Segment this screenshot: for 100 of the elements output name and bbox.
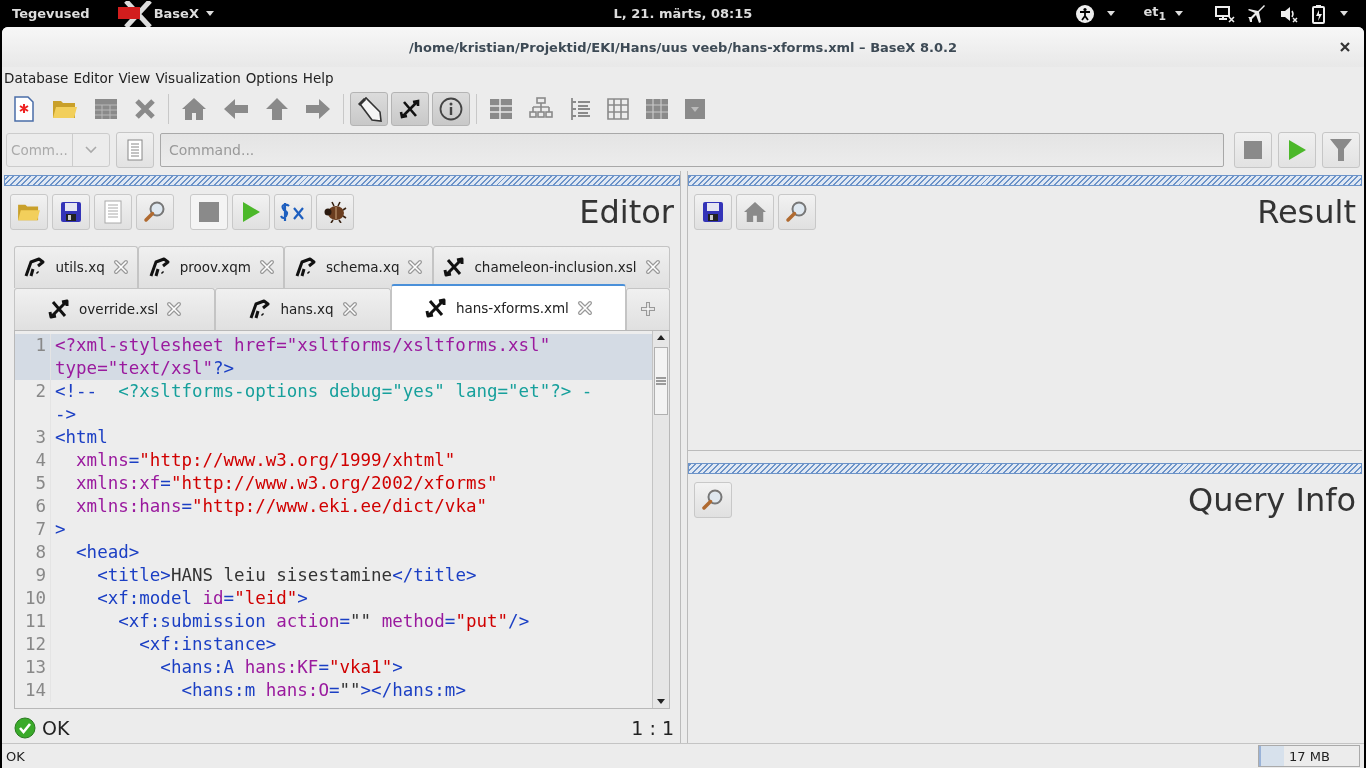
code-line: -> [55, 403, 77, 424]
dollar-x-icon [280, 201, 306, 222]
code-line: <head> [75, 541, 140, 562]
grid-icon[interactable] [607, 98, 629, 120]
search-button[interactable] [778, 194, 816, 230]
search-icon [701, 488, 725, 512]
file-tab[interactable]: chameleon-inclusion.xsl [432, 245, 671, 288]
network-icon[interactable] [1215, 4, 1235, 23]
outline-icon[interactable] [569, 97, 591, 121]
editor-toggle-button[interactable] [350, 92, 388, 126]
forward-arrow-icon[interactable] [305, 98, 331, 120]
panel-drag-handle[interactable] [688, 463, 1362, 474]
file-icon [47, 298, 72, 321]
table-icon[interactable] [489, 98, 513, 120]
run-button[interactable] [1278, 132, 1316, 168]
panel-drag-handle[interactable] [688, 175, 1362, 186]
code-line: <!-- <?xsltforms-options debug="yes" lang="et"?> - [55, 380, 593, 401]
code-line: xmlns:xf="http://www.w3.org/2002/xforms" [75, 472, 498, 493]
xquery-icon [398, 98, 422, 120]
scrollbar[interactable] [652, 330, 669, 709]
memory-meter[interactable]: 17 MB [1258, 745, 1360, 767]
run-button[interactable] [232, 193, 270, 230]
accessibility-icon[interactable] [1076, 4, 1095, 23]
battery-icon[interactable] [1311, 3, 1327, 24]
save-button[interactable] [694, 194, 732, 230]
search-icon [785, 200, 809, 224]
code-line: <?xml-stylesheet href="xsltforms/xsltforms.xsl" [55, 334, 551, 355]
line-number: 3 [35, 426, 46, 447]
search-button[interactable] [136, 193, 174, 230]
home-icon [743, 201, 767, 223]
airplane-icon[interactable] [1247, 3, 1267, 24]
save-button[interactable] [52, 193, 90, 230]
volume-icon[interactable] [1279, 4, 1299, 23]
menu-item[interactable]: View [118, 70, 151, 86]
stop-button[interactable] [190, 193, 228, 230]
info-toggle-button[interactable] [432, 92, 470, 126]
code-line: <html [55, 426, 108, 447]
stop-button[interactable] [1234, 132, 1272, 168]
code-line: <xf:submission action="" method="put"/> [117, 610, 530, 631]
plus-icon [640, 301, 656, 318]
dropdown-icon[interactable] [685, 99, 705, 119]
caret-icon [1340, 11, 1348, 16]
line-number: 9 [35, 564, 46, 585]
home-icon[interactable] [181, 97, 207, 121]
menu-item[interactable]: Help [302, 70, 334, 86]
file-tab[interactable]: utils.xq [14, 245, 139, 288]
code-line: <xf:model id="leid"> [96, 587, 308, 608]
code-line: xmlns:hans="http://www.eki.ee/dict/vka" [75, 495, 487, 516]
save-icon [702, 201, 724, 223]
command-input[interactable]: Command... [160, 133, 1224, 167]
up-arrow-icon[interactable] [265, 97, 289, 121]
code-line: <title>HANS leiu sisestamine</title> [96, 564, 477, 585]
keyboard-layout[interactable]: et$_{1}$ [1143, 4, 1166, 23]
file-tab[interactable]: override.xsl [14, 287, 216, 330]
panel-title: Query Info [1188, 481, 1356, 519]
code-line: <hans:m hans:O=""></hans:m> [180, 679, 466, 700]
search-button[interactable] [694, 482, 732, 518]
code-line: type="text/xsl"?> [55, 357, 235, 378]
code-line: xmlns="http://www.w3.org/1999/xhtml" [75, 449, 456, 470]
close-icon[interactable] [1340, 42, 1350, 52]
new-file-icon[interactable] [12, 96, 36, 122]
file-tab[interactable]: proov.xqm [138, 245, 285, 288]
caret-icon [205, 11, 214, 16]
status-message: OK [6, 748, 25, 764]
line-number: 12 [24, 633, 46, 654]
stop-icon [199, 201, 219, 222]
debug-button[interactable] [316, 193, 354, 230]
query-toggle-button[interactable] [391, 92, 429, 126]
history-button[interactable] [116, 132, 154, 168]
file-tab[interactable]: hans.xq [215, 287, 391, 330]
back-arrow-icon[interactable] [223, 98, 249, 120]
line-number: 7 [35, 518, 46, 539]
clock[interactable]: L, 21. märts, 08:15 [613, 6, 753, 21]
menu-item[interactable]: Editor [73, 70, 114, 86]
folder-icon[interactable] [52, 98, 78, 120]
grid-icon[interactable] [645, 98, 669, 120]
file-tab[interactable]: schema.xq [284, 245, 433, 288]
panel-drag-handle[interactable] [4, 175, 680, 186]
filter-button[interactable] [1322, 132, 1360, 168]
menu-item[interactable]: Visualization [155, 70, 241, 86]
scrollbar-thumb[interactable] [654, 346, 668, 415]
status-message: OK [42, 717, 70, 740]
menu-item[interactable]: Options [245, 70, 298, 86]
database-icon[interactable] [94, 98, 118, 120]
app-menu[interactable]: BaseX [153, 6, 199, 21]
variables-button[interactable] [274, 193, 312, 230]
bug-icon [323, 200, 347, 223]
line-number: 1 [35, 334, 46, 355]
pencil-icon [356, 96, 382, 122]
activities-button[interactable]: Tegevused [12, 6, 90, 21]
tree-icon[interactable] [529, 97, 553, 121]
play-icon [1287, 139, 1307, 161]
line-number: 8 [35, 541, 46, 562]
code-line: > [55, 518, 66, 539]
line-number: 14 [24, 679, 46, 700]
cursor-position: 1 : 1 [631, 717, 674, 740]
panel-title: Editor [579, 192, 674, 231]
line-number: 13 [24, 656, 46, 677]
menu-item[interactable]: Database [4, 70, 69, 86]
file-tab[interactable]: hans-xforms.xml [390, 283, 626, 330]
